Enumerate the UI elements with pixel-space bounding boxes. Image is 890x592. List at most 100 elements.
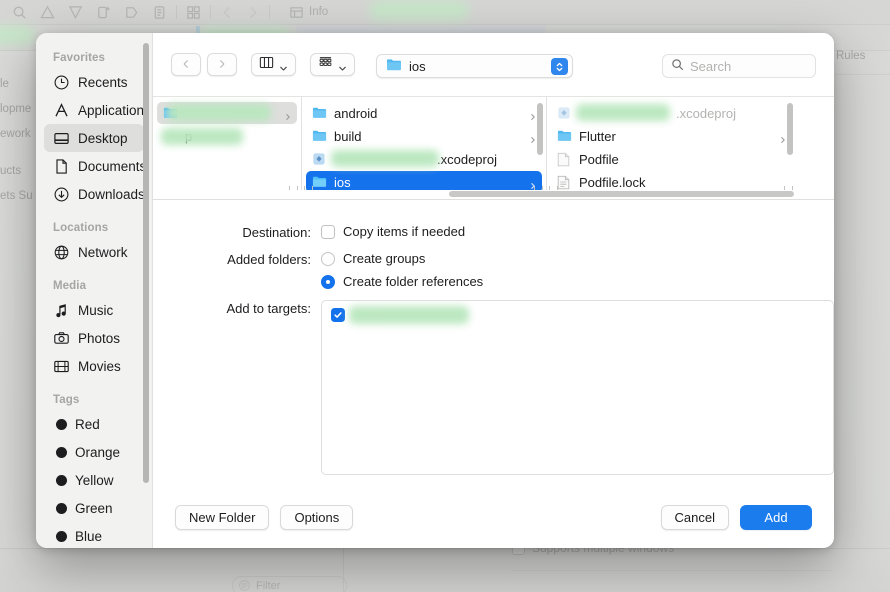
redacted-region [167, 104, 271, 122]
sidebar-item-desktop[interactable]: Desktop [44, 124, 144, 152]
sidebar-item-label: Documents [78, 158, 144, 174]
sidebar-item-movies[interactable]: Movies [44, 352, 144, 380]
tag-dot-icon [56, 474, 67, 486]
sidebar-item-applications[interactable]: Applications [44, 96, 144, 124]
sidebar-item-label: Yellow [75, 472, 114, 488]
create-groups-control[interactable]: Create groups [321, 251, 483, 266]
added-folders-row: Added folders: Create groups Create fold… [153, 251, 834, 289]
back-button[interactable] [171, 53, 201, 77]
new-folder-button[interactable]: New Folder [175, 504, 270, 530]
sidebar-item-downloads[interactable]: Downloads [44, 180, 144, 208]
sidebar-item-photos[interactable]: Photos [44, 324, 144, 352]
copy-items-control[interactable]: Copy items if needed [321, 224, 465, 239]
folder-icon [386, 58, 402, 74]
disclosure-chevron-icon [529, 132, 537, 144]
path-popup-label: ios [409, 58, 426, 74]
options-button[interactable]: Options [280, 504, 354, 530]
sidebar-item-label: Movies [78, 358, 121, 374]
add-button[interactable]: Add [740, 504, 812, 530]
dialog-toolbar: ios Search [153, 33, 834, 96]
file-row-label: build [334, 128, 362, 144]
sidebar-item-label: Red [75, 416, 100, 432]
tag-dot-icon [56, 502, 67, 514]
file-row[interactable]: android [306, 102, 542, 124]
sidebar-group-title-tags: Tags [53, 394, 80, 406]
sidebar-item-documents[interactable]: Documents [44, 152, 144, 180]
stepper-icon[interactable] [551, 58, 568, 75]
sidebar-item-label: Network [78, 244, 128, 260]
sidebar-item-label: Downloads [78, 186, 144, 202]
music-note-icon [53, 302, 70, 319]
file-row[interactable]: Podfile [551, 148, 792, 170]
file-row-label: Podfile.lock [579, 174, 646, 190]
sidebar-group-title-favorites: Favorites [53, 52, 106, 64]
xcodeproj-icon [557, 106, 572, 121]
sidebar-item-label: Green [75, 500, 113, 516]
copy-items-checkbox[interactable] [321, 224, 335, 239]
cancel-button[interactable]: Cancel [660, 504, 729, 530]
chevron-left-icon [181, 56, 191, 74]
column-scrollbar[interactable] [537, 103, 543, 156]
forward-button[interactable] [207, 53, 237, 77]
group-by-button[interactable] [310, 53, 355, 77]
search-input[interactable]: Search [662, 54, 816, 78]
path-popup-button[interactable]: ios [376, 54, 573, 78]
file-browser: p android [153, 96, 834, 201]
destination-row: Destination: Copy items if needed [153, 224, 834, 240]
tag-dot-icon [56, 418, 67, 430]
browser-horizontal-scroll-track [153, 190, 834, 200]
sidebar-item-music[interactable]: Music [44, 296, 144, 324]
file-row[interactable]: .xcodeproj [306, 148, 542, 170]
file-row[interactable]: Flutter [551, 125, 792, 147]
sidebar-item-tag-orange[interactable]: Orange [44, 438, 144, 466]
sidebar-item-tag-green[interactable]: Green [44, 494, 144, 522]
disclosure-chevron-icon [284, 109, 292, 121]
create-folder-references-label: Create folder references [343, 274, 484, 290]
file-row[interactable]: build [306, 125, 542, 147]
disclosure-chevron-icon [529, 109, 537, 121]
column-view-icon [259, 56, 274, 74]
xcodeproj-icon [312, 152, 327, 167]
applications-icon [53, 102, 70, 119]
list-item[interactable] [322, 306, 833, 325]
create-groups-radio[interactable] [321, 251, 335, 266]
search-icon [671, 58, 684, 74]
footer-actions: Cancel Add [660, 504, 812, 530]
add-to-targets-row: Add to targets: [153, 300, 834, 476]
sidebar-item-tag-red[interactable]: Red [44, 410, 144, 438]
view-mode-button[interactable] [251, 53, 296, 77]
sidebar-item-network[interactable]: Network [44, 238, 144, 266]
import-options-form: Destination: Copy items if needed Added … [153, 200, 834, 486]
sidebar-scrollbar[interactable] [143, 43, 149, 483]
file-row-label: Flutter [579, 128, 616, 144]
sidebar-item-tag-blue[interactable]: Blue [44, 522, 144, 548]
folder-icon [557, 129, 572, 144]
file-row-label: android [334, 105, 378, 121]
column-scrollbar[interactable] [787, 103, 793, 156]
sidebar-item-label: Photos [78, 330, 121, 346]
sidebar-group-title-locations: Locations [53, 222, 109, 234]
add-to-targets-label: Add to targets: [226, 301, 311, 317]
redacted-region [576, 104, 670, 122]
sidebar-group-title-media: Media [53, 280, 87, 292]
sidebar-item-recents[interactable]: Recents [44, 68, 144, 96]
add-files-dialog: Favorites Recents Applications Desktop D… [36, 33, 834, 548]
sidebar-item-tag-yellow[interactable]: Yellow [44, 466, 144, 494]
copy-items-label: Copy items if needed [343, 224, 466, 240]
group-by-icon [318, 56, 333, 74]
finder-sidebar: Favorites Recents Applications Desktop D… [36, 33, 153, 548]
tag-dot-icon [56, 446, 67, 458]
sidebar-item-label: Music [78, 302, 114, 318]
target-checkbox[interactable] [331, 308, 345, 323]
create-folder-references-radio[interactable] [321, 274, 335, 289]
plain-file-icon [557, 152, 572, 167]
dialog-footer: New Folder Options Cancel Add [153, 486, 834, 548]
file-row-label: ios [334, 174, 351, 190]
file-row[interactable]: .xcodeproj [551, 102, 792, 124]
create-folder-references-control[interactable]: Create folder references [321, 274, 483, 289]
film-icon [53, 358, 70, 375]
browser-horizontal-scrollbar[interactable] [449, 191, 794, 198]
folder-icon [312, 175, 327, 190]
search-placeholder-label: Search [690, 58, 732, 74]
desktop-icon [53, 130, 70, 147]
